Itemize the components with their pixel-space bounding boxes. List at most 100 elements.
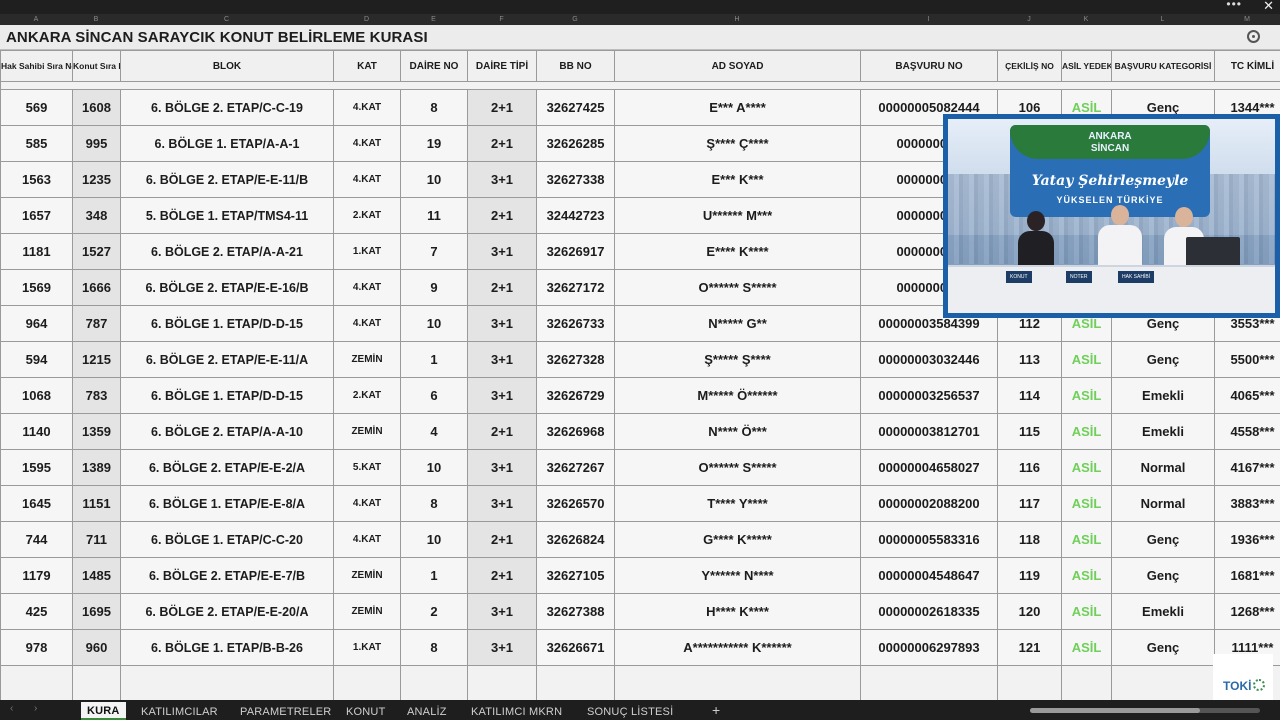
cell-cekilis[interactable]: 113 <box>997 341 1062 378</box>
cell-daire[interactable]: 8 <box>400 89 468 126</box>
cell-ad[interactable]: E*** K*** <box>614 161 861 198</box>
cell-ad[interactable]: E**** K**** <box>614 233 861 270</box>
column-letter[interactable]: K <box>1061 14 1111 25</box>
bb-no-header[interactable]: BB NO <box>536 50 615 82</box>
cell-konut[interactable]: 995 <box>72 125 121 162</box>
cell-tip[interactable]: 3+1 <box>467 161 537 198</box>
cell-konut[interactable]: 1359 <box>72 413 121 450</box>
basvuru-no-header[interactable]: BAŞVURU NO <box>860 50 998 82</box>
cell-bb[interactable]: 32442723 <box>536 197 615 234</box>
cell-kat[interactable]: ZEMİN <box>333 413 401 450</box>
cell-bb[interactable]: 32626917 <box>536 233 615 270</box>
cell-hak[interactable]: 1140 <box>0 413 73 450</box>
column-letter[interactable]: E <box>400 14 467 25</box>
cell-tip[interactable]: 3+1 <box>467 449 537 486</box>
cell-kat[interactable]: 2.KAT <box>333 197 401 234</box>
more-options-icon[interactable]: ••• <box>1226 0 1242 11</box>
cell-konut[interactable]: 1666 <box>72 269 121 306</box>
cell-kategori[interactable]: Normal <box>1111 485 1215 522</box>
cell-blok[interactable]: 6. BÖLGE 2. ETAP/C-C-19 <box>120 89 334 126</box>
cell-daire[interactable]: 19 <box>400 125 468 162</box>
cell-basvuru[interactable]: 00000006297893 <box>860 629 998 666</box>
cell-blok[interactable]: 6. BÖLGE 1. ETAP/D-D-15 <box>120 305 334 342</box>
cell-asil[interactable]: ASİL <box>1061 629 1112 666</box>
cell-hak[interactable]: 1068 <box>0 377 73 414</box>
cell-cekilis[interactable]: 115 <box>997 413 1062 450</box>
cell-konut[interactable]: 1485 <box>72 557 121 594</box>
sheet-tab[interactable]: ANALİZ <box>407 704 447 720</box>
cell-bb[interactable]: 32627388 <box>536 593 615 630</box>
table-row[interactable]: 978 960 6. BÖLGE 1. ETAP/B-B-26 1.KAT 8 3+1 32… <box>0 629 1280 666</box>
ad-soyad-header[interactable]: AD SOYAD <box>614 50 861 82</box>
cell-tip[interactable]: 2+1 <box>467 89 537 126</box>
cell-konut[interactable]: 1608 <box>72 89 121 126</box>
cell-kat[interactable]: 4.KAT <box>333 161 401 198</box>
cell-blok[interactable]: 6. BÖLGE 2. ETAP/E-E-2/A <box>120 449 334 486</box>
cell-hak[interactable]: 594 <box>0 341 73 378</box>
cell-kategori[interactable]: Emekli <box>1111 377 1215 414</box>
cell-hak[interactable]: 744 <box>0 521 73 558</box>
table-row[interactable]: 1140 1359 6. BÖLGE 2. ETAP/A-A-10 ZEMİN 4 2+1… <box>0 413 1280 450</box>
cell-kat[interactable]: 4.KAT <box>333 125 401 162</box>
cell-bb[interactable]: 32626285 <box>536 125 615 162</box>
cell-hak[interactable]: 964 <box>0 305 73 342</box>
column-letter[interactable]: D <box>333 14 400 25</box>
cell-ad[interactable]: T**** Y**** <box>614 485 861 522</box>
cell-kat[interactable]: 1.KAT <box>333 629 401 666</box>
cell-cekilis[interactable]: 118 <box>997 521 1062 558</box>
cell-tc[interactable]: 1681*** <box>1214 557 1280 594</box>
cell-tc[interactable]: 4065*** <box>1214 377 1280 414</box>
cell-hak[interactable]: 1181 <box>0 233 73 270</box>
table-row[interactable]: 1645 1151 6. BÖLGE 1. ETAP/E-E-8/A 4.KAT 8 3+… <box>0 485 1280 522</box>
cell-kat[interactable]: 4.KAT <box>333 485 401 522</box>
tc-kimlik-header[interactable]: TC KİMLİ <box>1214 50 1280 82</box>
cell-blok[interactable]: 6. BÖLGE 1. ETAP/D-D-15 <box>120 377 334 414</box>
cell-asil[interactable]: ASİL <box>1061 341 1112 378</box>
sheet-tab[interactable]: KURA <box>81 702 126 720</box>
cell-bb[interactable]: 32627425 <box>536 89 615 126</box>
cell-cekilis[interactable]: 116 <box>997 449 1062 486</box>
cell-kategori[interactable]: Genç <box>1111 341 1215 378</box>
table-row[interactable]: 425 1695 6. BÖLGE 2. ETAP/E-E-20/A ZEMİN 2 3+… <box>0 593 1280 630</box>
cell-kategori[interactable]: Normal <box>1111 449 1215 486</box>
cell-kat[interactable]: ZEMİN <box>333 593 401 630</box>
cell-tc[interactable]: 4558*** <box>1214 413 1280 450</box>
cell-bb[interactable]: 32626671 <box>536 629 615 666</box>
konut-sira-header[interactable]: Konut Sıra No <box>72 50 121 82</box>
cell-daire[interactable]: 10 <box>400 449 468 486</box>
cell-ad[interactable]: H**** K**** <box>614 593 861 630</box>
cell-konut[interactable]: 348 <box>72 197 121 234</box>
cell-tc[interactable]: 3883*** <box>1214 485 1280 522</box>
sheet-tab[interactable]: KATILIMCILAR <box>141 704 218 720</box>
cell-bb[interactable]: 32626570 <box>536 485 615 522</box>
cell-asil[interactable]: ASİL <box>1061 521 1112 558</box>
column-letter[interactable]: B <box>72 14 120 25</box>
column-letter[interactable]: I <box>860 14 997 25</box>
cell-ad[interactable]: M***** Ö****** <box>614 377 861 414</box>
cell-tc[interactable]: 1936*** <box>1214 521 1280 558</box>
daire-tipi-header[interactable]: DAİRE TİPİ <box>467 50 537 82</box>
cell-ad[interactable]: N**** Ö*** <box>614 413 861 450</box>
sheet-tab[interactable]: KATILIMCI MKRN <box>471 704 562 720</box>
cell-basvuru[interactable]: 00000002618335 <box>860 593 998 630</box>
kat-header[interactable]: KAT <box>333 50 401 82</box>
cell-tip[interactable]: 3+1 <box>467 233 537 270</box>
cell-cekilis[interactable]: 121 <box>997 629 1062 666</box>
close-icon[interactable]: ✕ <box>1263 0 1274 14</box>
cell-tc[interactable]: 1268*** <box>1214 593 1280 630</box>
cell-tip[interactable]: 3+1 <box>467 341 537 378</box>
cell-basvuru[interactable]: 00000003032446 <box>860 341 998 378</box>
cell-cekilis[interactable]: 120 <box>997 593 1062 630</box>
cell-blok[interactable]: 5. BÖLGE 1. ETAP/TMS4-11 <box>120 197 334 234</box>
cell-konut[interactable]: 1389 <box>72 449 121 486</box>
cell-kat[interactable]: 1.KAT <box>333 233 401 270</box>
cell-tip[interactable]: 3+1 <box>467 377 537 414</box>
cell-ad[interactable]: Ş***** Ş**** <box>614 341 861 378</box>
cell-cekilis[interactable]: 117 <box>997 485 1062 522</box>
cell-hak[interactable]: 425 <box>0 593 73 630</box>
cell-tip[interactable]: 3+1 <box>467 485 537 522</box>
cell-kategori[interactable]: Genç <box>1111 629 1215 666</box>
cell-asil[interactable]: ASİL <box>1061 449 1112 486</box>
blok-header[interactable]: BLOK <box>120 50 334 82</box>
cell-tc[interactable]: 4167*** <box>1214 449 1280 486</box>
